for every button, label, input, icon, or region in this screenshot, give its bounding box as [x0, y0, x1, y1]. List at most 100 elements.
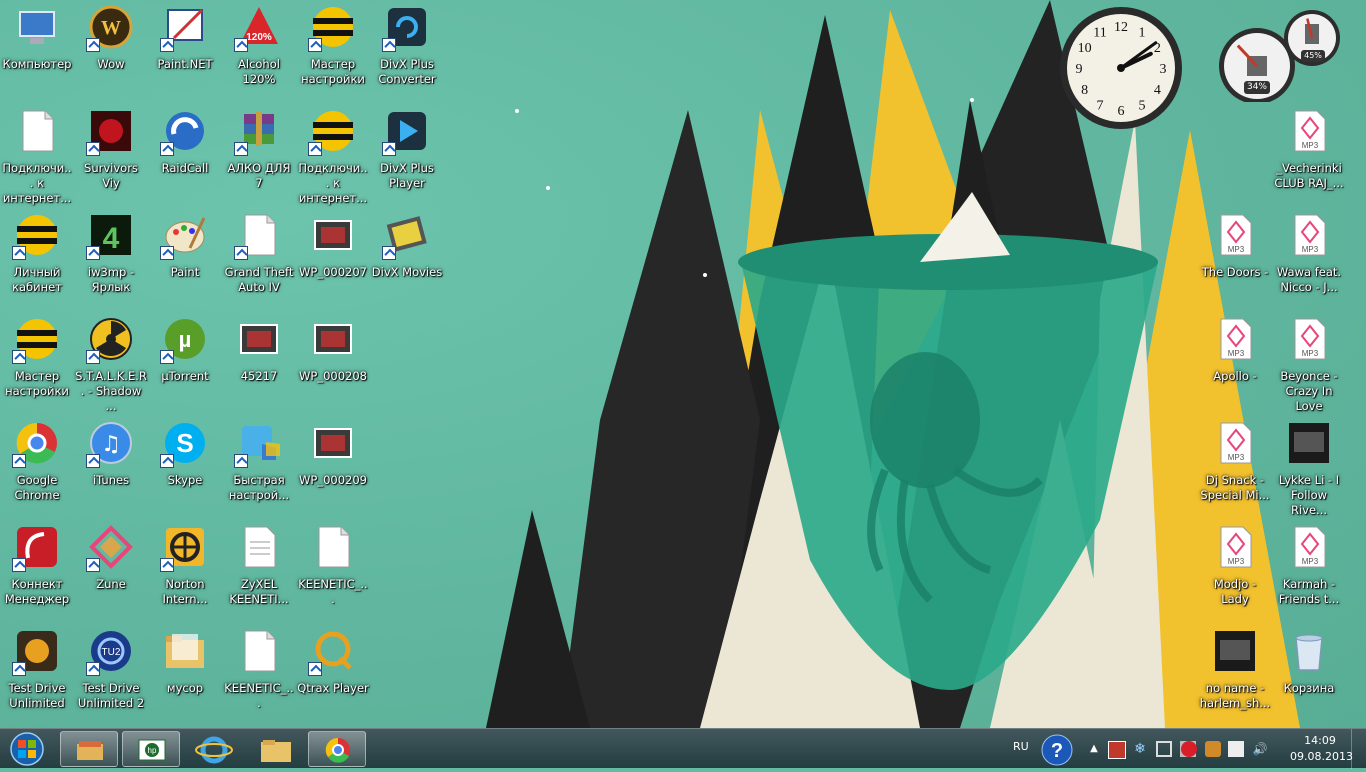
- shortcut-arrow-icon: [86, 246, 100, 260]
- desktop-icon[interactable]: Подключи... к интернет...: [0, 104, 74, 208]
- desktop-icon[interactable]: Корзина: [1272, 624, 1346, 728]
- snowflake-icon[interactable]: ❄: [1132, 741, 1148, 757]
- show-desktop-button[interactable]: [1351, 729, 1366, 769]
- desktop-icon[interactable]: µ µTorrent: [148, 312, 222, 416]
- cpu-meter-gadget[interactable]: 34% 45%: [1215, 8, 1345, 102]
- beeline-icon: [12, 316, 60, 364]
- desktop-icon[interactable]: 120% Alcohol 120%: [222, 0, 296, 104]
- desktop-icon[interactable]: Norton Intern...: [148, 520, 222, 624]
- device-icon[interactable]: [1228, 741, 1244, 757]
- desktop-icon-label: Мастер настройки: [301, 57, 365, 86]
- desktop-icon[interactable]: MP3 _Vecherinki CLUB RAJ_...: [1272, 104, 1346, 208]
- desktop-icon[interactable]: Qtrax Player: [296, 624, 370, 728]
- desktop-icon[interactable]: KEENETIC_...: [296, 520, 370, 624]
- desktop-icon-label: Dj Snack - Special Mi...: [1200, 473, 1270, 502]
- svg-text:4: 4: [103, 222, 120, 255]
- clock-numeral: 5: [1139, 98, 1146, 113]
- connect-manager-icon: [12, 524, 60, 572]
- desktop-icon[interactable]: Компьютер: [0, 0, 74, 104]
- desktop-icon[interactable]: WP_000207: [296, 208, 370, 312]
- desktop-icon[interactable]: S.T.A.L.K.E.R. - Shadow ...: [74, 312, 148, 416]
- desktop-icon[interactable]: ♫ iTunes: [74, 416, 148, 520]
- desktop-icon[interactable]: MP3 Dj Snack - Special Mi...: [1198, 416, 1272, 520]
- network-icon[interactable]: [1156, 741, 1172, 757]
- clock-numeral: 12: [1114, 20, 1128, 35]
- mp3-icon: MP3: [1286, 524, 1332, 570]
- desktop-icon[interactable]: Коннект Менеджер: [0, 520, 74, 624]
- desktop-icon[interactable]: DivX Plus Player: [370, 104, 444, 208]
- desktop-icon[interactable]: W Wow: [74, 0, 148, 104]
- security-icon[interactable]: [1205, 741, 1221, 757]
- tray-overflow-chevron-icon[interactable]: ▲: [1086, 741, 1102, 757]
- desktop-icon[interactable]: Мастер настройки: [296, 0, 370, 104]
- taskbar-clock[interactable]: 14:09 09.08.2013: [1290, 733, 1353, 765]
- desktop-icon[interactable]: Личный кабинет: [0, 208, 74, 312]
- desktop-icon[interactable]: no name - harlem_sh...: [1198, 624, 1272, 728]
- desktop-icon-label: KEENETIC_...: [298, 577, 368, 606]
- desktop-icon[interactable]: Быстрая настрой...: [222, 416, 296, 520]
- photo-icon: [310, 316, 356, 362]
- desktop-icon[interactable]: MP3 Karmah - Friends t...: [1272, 520, 1346, 624]
- desktop-icon[interactable]: S Skype: [148, 416, 222, 520]
- desktop-icon-label: Qtrax Player: [297, 681, 369, 695]
- desktop-icon[interactable]: Paint: [148, 208, 222, 312]
- shortcut-arrow-icon: [86, 350, 100, 364]
- desktop-icon-label: мусор: [166, 681, 204, 695]
- desktop-icon-label: Компьютер: [2, 57, 72, 71]
- svg-text:S: S: [176, 428, 193, 458]
- wow-icon: W: [86, 4, 134, 52]
- beats-audio-icon[interactable]: [1181, 741, 1197, 757]
- action-center-flag-icon[interactable]: [1108, 741, 1126, 759]
- desktop-icon-label: Test Drive Unlimited 2: [77, 681, 145, 710]
- desktop-icon[interactable]: Google Chrome: [0, 416, 74, 520]
- shortcut-arrow-icon: [12, 350, 26, 364]
- desktop-icon-label: _Vecherinki CLUB RAJ_...: [1274, 161, 1344, 190]
- taskbar-libraries[interactable]: [246, 731, 304, 767]
- desktop-icon[interactable]: 45217: [222, 312, 296, 416]
- clock-time: 14:09: [1304, 734, 1336, 747]
- desktop-icon[interactable]: АЛКО ДЛЯ 7: [222, 104, 296, 208]
- volume-icon[interactable]: 🔊: [1252, 741, 1268, 757]
- desktop-icon[interactable]: 4 iw3mp - Ярлык: [74, 208, 148, 312]
- document-icon: [234, 212, 282, 260]
- desktop-icon[interactable]: MP3 Wawa feat. Nicco - J...: [1272, 208, 1346, 312]
- photo-icon: [310, 212, 356, 258]
- desktop-icon[interactable]: Подключи... к интернет...: [296, 104, 370, 208]
- desktop-icon[interactable]: MP3 Apollo -: [1198, 312, 1272, 416]
- clock-date: 09.08.2013: [1290, 750, 1353, 763]
- desktop-icon[interactable]: WP_000209: [296, 416, 370, 520]
- desktop-icon[interactable]: MP3 Beyonce - Crazy In Love: [1272, 312, 1346, 416]
- desktop-icon[interactable]: MP3 Modjo - Lady: [1198, 520, 1272, 624]
- desktop-icon[interactable]: Survivors Viy: [74, 104, 148, 208]
- svg-text:MP3: MP3: [1302, 141, 1319, 150]
- desktop-icon[interactable]: RaidCall: [148, 104, 222, 208]
- clock-numeral: 4: [1154, 83, 1161, 98]
- taskbar-internet-explorer[interactable]: [184, 731, 242, 767]
- text-document-icon: [236, 524, 282, 570]
- desktop-icon[interactable]: Grand Theft Auto IV: [222, 208, 296, 312]
- help-icon[interactable]: ?: [1040, 733, 1074, 767]
- desktop-icon[interactable]: DivX Movies: [370, 208, 444, 312]
- clock-gadget[interactable]: 12 1234567891011: [1058, 5, 1184, 131]
- desktop-icon[interactable]: Zune: [74, 520, 148, 624]
- taskbar-google-chrome[interactable]: [308, 731, 366, 767]
- desktop-icon[interactable]: ZyXEL KEENETI...: [222, 520, 296, 624]
- shortcut-arrow-icon: [86, 558, 100, 572]
- desktop-icon[interactable]: Paint.NET: [148, 0, 222, 104]
- taskbar-hp[interactable]: hp: [122, 731, 180, 767]
- desktop-icon[interactable]: DivX Plus Converter: [370, 0, 444, 104]
- desktop-icon[interactable]: Test Drive Unlimited: [0, 624, 74, 728]
- desktop-icon[interactable]: мусор: [148, 624, 222, 728]
- desktop-icon[interactable]: WP_000208: [296, 312, 370, 416]
- desktop-icon[interactable]: KEENETIC_...: [222, 624, 296, 728]
- language-indicator[interactable]: RU: [1013, 740, 1029, 753]
- desktop-icon[interactable]: MP3 The Doors -: [1198, 208, 1272, 312]
- desktop-icon-label: Skype: [167, 473, 203, 487]
- desktop-icon-label: Подключи... к интернет...: [2, 161, 72, 205]
- desktop-icon[interactable]: TU2 Test Drive Unlimited 2: [74, 624, 148, 728]
- taskbar-windows-explorer[interactable]: [60, 731, 118, 767]
- desktop-icon[interactable]: Мастер настройки: [0, 312, 74, 416]
- start-button[interactable]: [4, 730, 50, 768]
- desktop[interactable]: Компьютер W Wow Paint.NET 120% Alcohol 120% Ма…: [0, 0, 1366, 728]
- desktop-icon[interactable]: Lykke Li - I Follow Rive...: [1272, 416, 1346, 520]
